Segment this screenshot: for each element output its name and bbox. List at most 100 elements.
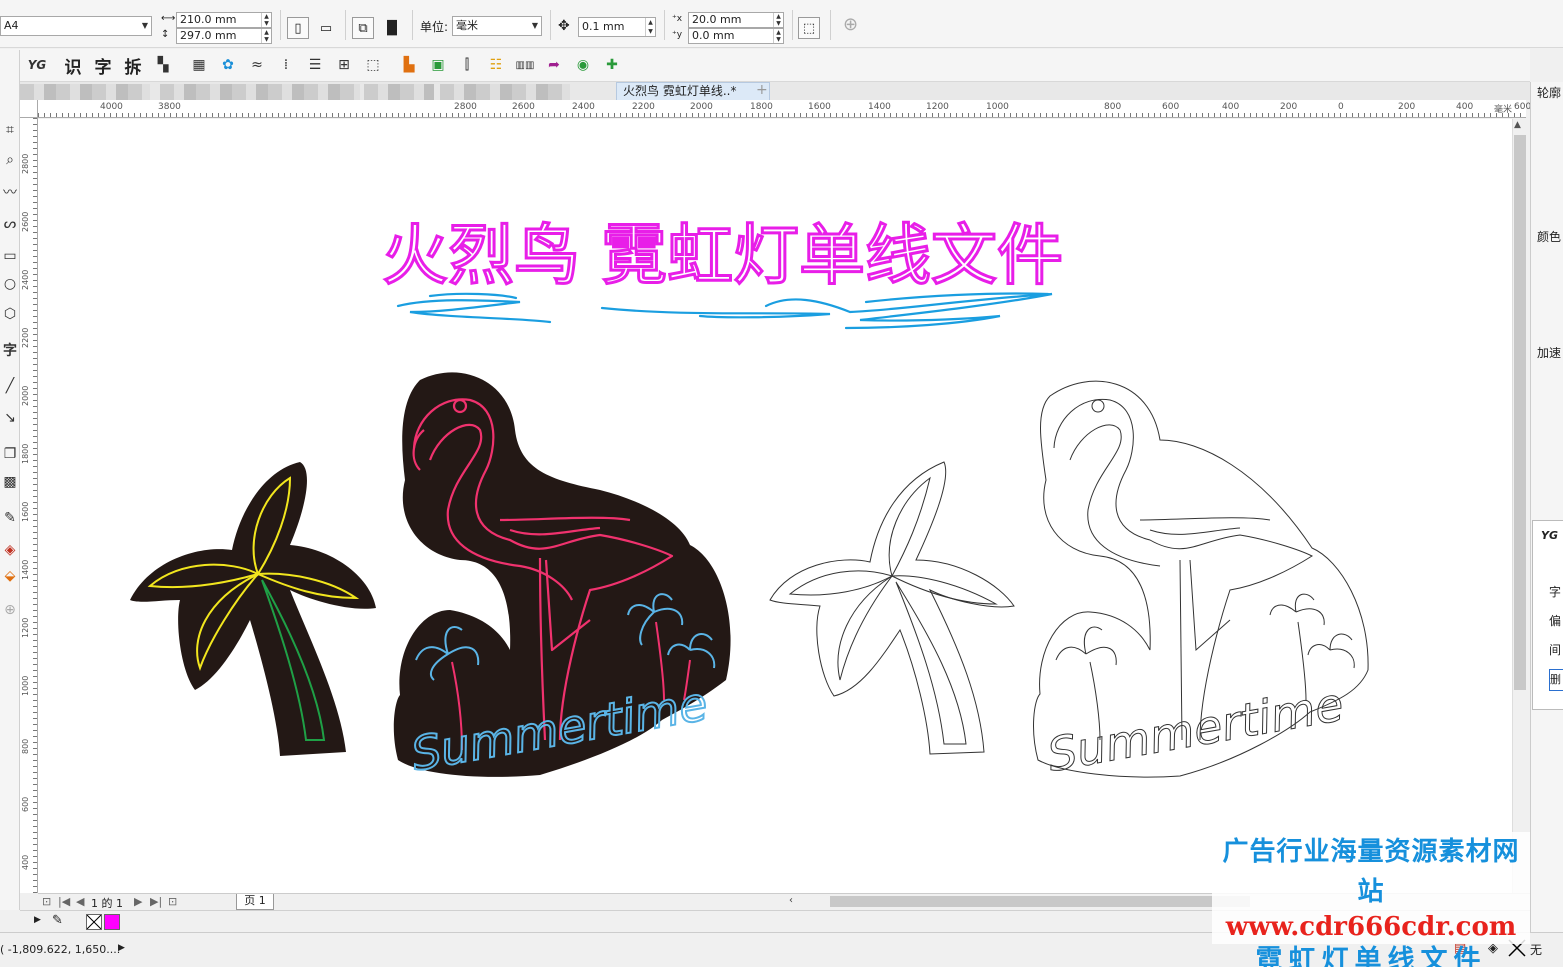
units-select[interactable]: 毫米 ▼ — [452, 16, 542, 36]
freehand-tool-icon[interactable]: 〰 — [0, 180, 20, 204]
rectangle-tool-icon[interactable]: ▭ — [0, 244, 20, 268]
page-width-field[interactable]: 210.0 mm ▲ ▼ — [176, 12, 272, 28]
eyedropper-tool-icon[interactable]: ✎ — [0, 506, 20, 530]
share-icon[interactable]: ➦ — [543, 54, 565, 76]
fill-tool-icon[interactable]: ◈ — [0, 538, 20, 562]
horizontal-ruler[interactable]: 4000 3800 2800 2600 2400 2200 2000 1800 1600 1400… — [38, 100, 1531, 118]
duplicate-y-field[interactable]: 0.0 mm ▲ ▼ — [688, 28, 784, 44]
connector-tool-icon[interactable]: ↘ — [0, 406, 20, 430]
crop-tool-icon[interactable]: ⌗ — [0, 118, 20, 142]
yg-panel-item[interactable]: 间 — [1549, 641, 1561, 658]
docker-tab-color[interactable]: 颜色 — [1537, 228, 1561, 245]
yg-panel-item[interactable]: 偏 — [1549, 612, 1561, 629]
page-tab[interactable]: 页 1 — [236, 894, 274, 910]
pages-icon: ⧉ — [358, 20, 368, 36]
docker-tab-accelerate[interactable]: 加速 — [1537, 344, 1561, 361]
ruler-origin[interactable] — [20, 100, 38, 118]
page-size-select[interactable]: A4 ▼ — [0, 16, 152, 36]
watermark: 广告行业海量资源素材网站 www.cdr666cdr.com 霓虹灯单线文件 — [1212, 832, 1530, 967]
barcode-icon[interactable]: ▥▥ — [514, 54, 536, 76]
vertical-ruler[interactable]: 2800 2600 2400 2200 2000 1800 1600 1400 1200 1000… — [20, 118, 38, 893]
zoom-tool-icon[interactable]: ⌕ — [0, 148, 20, 172]
tab-document[interactable]: 火烈鸟 霓虹灯单线..* — [616, 82, 770, 100]
ruler-tick-label: 3800 — [158, 102, 181, 112]
polygon-tool-icon[interactable]: ⬡ — [0, 302, 20, 326]
docker-tab-outline[interactable]: 轮廓 — [1537, 84, 1561, 101]
arrange-icon[interactable]: ⊞ — [333, 54, 355, 76]
line-palm-leaf — [788, 570, 894, 596]
status-arrow-icon[interactable]: ▶ — [118, 943, 125, 953]
treat-as-filled-button[interactable]: ⬚ — [798, 17, 820, 39]
list-icon[interactable]: ☷ — [485, 54, 507, 76]
yg-logo-icon[interactable]: YG — [26, 54, 48, 76]
puzzle-icon[interactable]: ✚ — [601, 54, 623, 76]
yg-panel-item[interactable]: 字 — [1549, 583, 1561, 600]
bounding-box-icon: ⬚ — [802, 20, 816, 36]
drawing-canvas[interactable]: 火烈鸟 霓虹灯单线文件 Summertime Summertime — [38, 119, 1512, 893]
page-height-field[interactable]: 297.0 mm ▲ ▼ — [176, 28, 272, 44]
all-pages-button[interactable]: ⧉ — [352, 17, 374, 39]
image-icon[interactable]: ▣ — [427, 54, 449, 76]
portrait-button[interactable]: ▯ — [287, 17, 309, 39]
scroll-up-icon[interactable]: ▲ — [1514, 120, 1521, 130]
height-icon: ↕ — [161, 29, 170, 40]
transparency-tool-icon[interactable]: ▩ — [0, 470, 20, 494]
chevron-down-icon: ▼ — [531, 21, 538, 30]
yg-panel-delete-button[interactable]: 删 — [1549, 669, 1563, 691]
dots-grid-icon[interactable]: ⁞ — [275, 54, 297, 76]
add-tool-icon[interactable]: ⊕ — [0, 598, 20, 622]
vertical-scroll-thumb[interactable] — [1514, 135, 1526, 690]
new-tab-button[interactable]: + — [756, 82, 768, 98]
horizontal-scroll-thumb[interactable] — [830, 896, 1250, 907]
ruler-tick-label: 2200 — [632, 102, 655, 112]
scroll-left-icon[interactable]: ‹ — [789, 895, 793, 906]
spin-icon[interactable]: ▲ ▼ — [261, 13, 271, 27]
smart-fill-tool-icon[interactable]: ⬙ — [0, 564, 20, 588]
dup-y-icon: ⁺y — [672, 30, 683, 40]
magenta-swatch[interactable] — [104, 914, 120, 930]
first-page-button[interactable]: |◀ — [58, 895, 70, 908]
add-page-icon[interactable]: ⊡ — [168, 895, 177, 908]
flower-icon[interactable]: ✿ — [217, 54, 239, 76]
spin-icon[interactable]: ▲ ▼ — [645, 18, 655, 36]
line-script-text: Summertime — [1043, 677, 1347, 782]
no-color-swatch[interactable] — [86, 914, 102, 930]
first-page-icon[interactable]: ⊡ — [42, 895, 51, 908]
last-page-button[interactable]: ▶| — [150, 895, 162, 908]
units-value: 毫米 — [456, 19, 478, 32]
lines-icon[interactable]: ☰ — [304, 54, 326, 76]
separator — [792, 10, 793, 40]
add-preset-icon[interactable]: ⊕ — [843, 16, 858, 34]
font-button[interactable]: 字 — [92, 54, 114, 78]
bezier-tool-icon[interactable]: ᔕ — [0, 212, 20, 236]
align-icon[interactable]: ⫿ — [456, 54, 478, 76]
wave-icon[interactable]: ≈ — [246, 54, 268, 76]
spin-icon[interactable]: ▲ ▼ — [773, 13, 783, 27]
ruler-tick-label: 1600 — [808, 102, 831, 112]
layers-icon[interactable]: ▚ — [152, 54, 174, 76]
landscape-button[interactable]: ▭ — [315, 17, 337, 39]
page-width-value: 210.0 mm — [180, 13, 237, 26]
duplicate-x-field[interactable]: 20.0 mm ▲ ▼ — [688, 12, 784, 28]
nudge-field[interactable]: 0.1 mm ▲ ▼ — [578, 17, 656, 37]
duplicate-x-value: 20.0 mm — [692, 13, 742, 26]
line-tool-icon[interactable]: ╱ — [0, 374, 20, 398]
line-palm-leaf — [890, 575, 998, 605]
table-icon[interactable]: ▦ — [188, 54, 210, 76]
text-tool-icon[interactable]: 字 — [0, 338, 20, 362]
spin-icon[interactable]: ▲ ▼ — [261, 29, 271, 43]
current-page-button[interactable]: ▐▌ — [381, 17, 403, 39]
split-button[interactable]: 拆 — [122, 54, 144, 78]
selection-box-icon[interactable]: ⬚ — [362, 54, 384, 76]
color-blocks-icon[interactable]: ▙ — [398, 54, 420, 76]
next-page-button[interactable]: ▶ — [134, 895, 142, 908]
spin-icon[interactable]: ▲ ▼ — [773, 29, 783, 43]
recognize-button[interactable]: 识 — [62, 54, 84, 78]
ellipse-tool-icon[interactable]: ○ — [0, 272, 20, 296]
line-palm-leaf — [888, 476, 931, 578]
eyedropper-icon[interactable]: ✎ — [52, 913, 63, 928]
shadow-tool-icon[interactable]: ❐ — [0, 442, 20, 466]
globe-icon[interactable]: ◉ — [572, 54, 594, 76]
palette-arrow-icon[interactable]: ▶ — [34, 915, 41, 925]
prev-page-button[interactable]: ◀ — [76, 895, 84, 908]
